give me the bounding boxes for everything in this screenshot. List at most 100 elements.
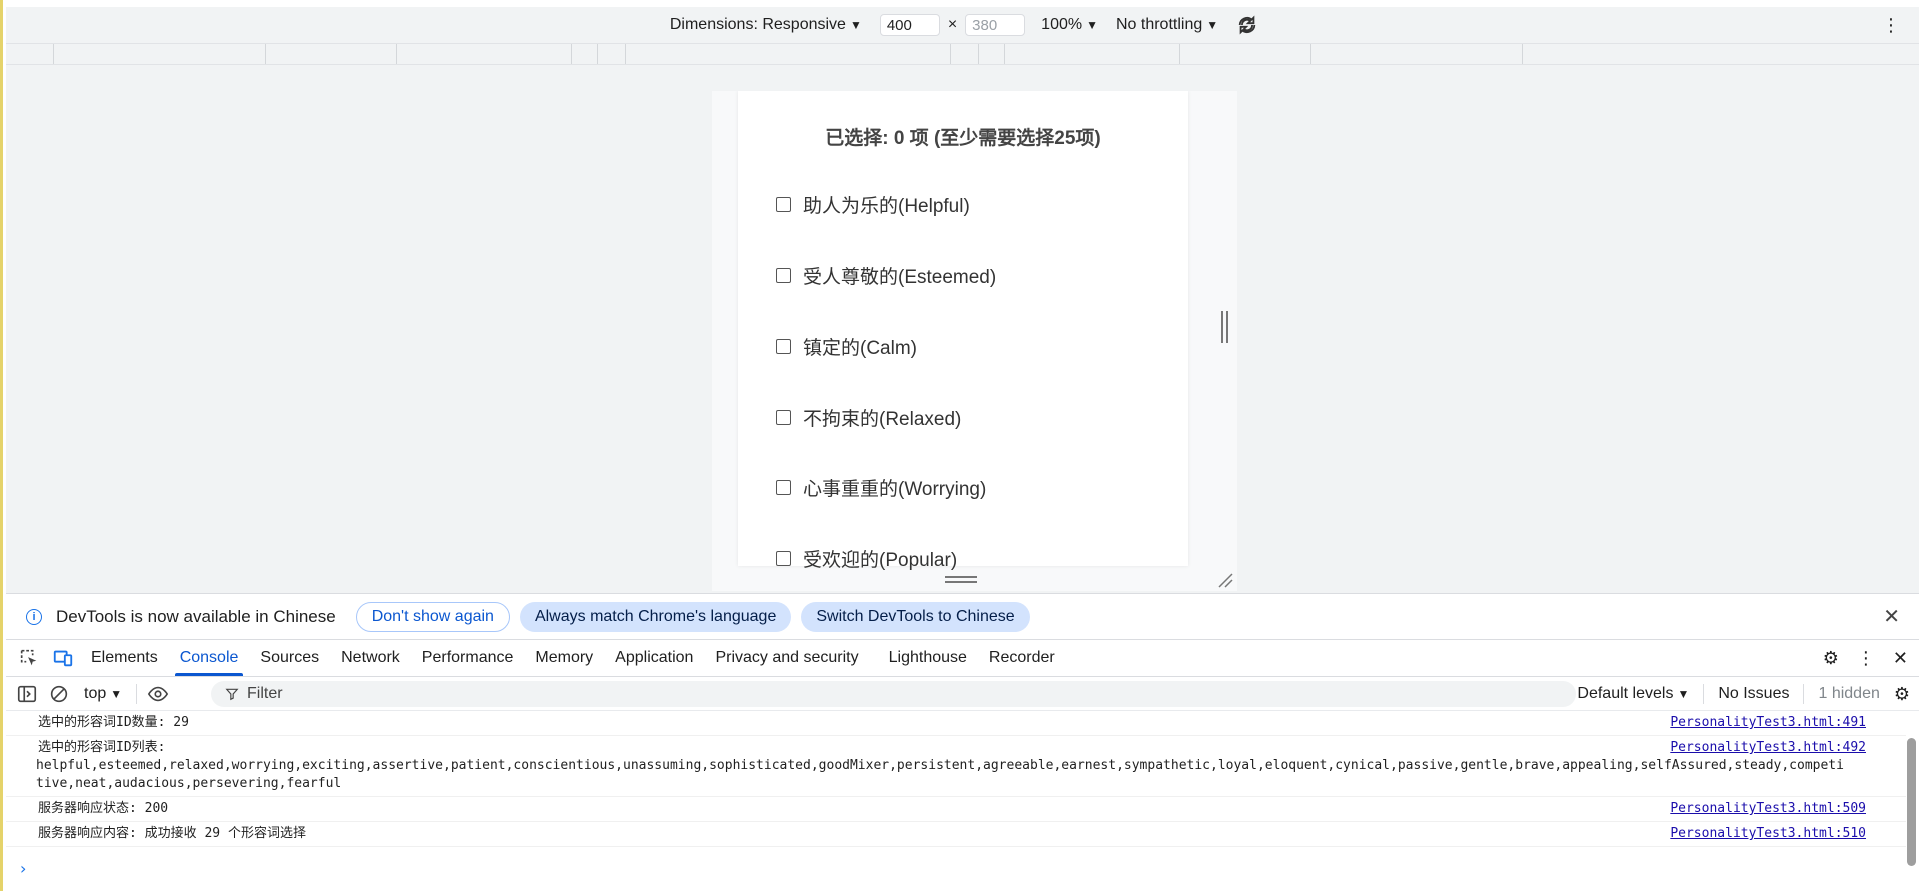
sidebar-toggle-icon[interactable] xyxy=(16,683,38,705)
close-icon[interactable]: ✕ xyxy=(1883,604,1900,629)
checkbox[interactable] xyxy=(776,268,791,283)
zoom-label: 100% xyxy=(1041,16,1083,33)
throttling-dropdown[interactable]: No throttling ▼ xyxy=(1116,16,1218,34)
tab-application[interactable]: Application xyxy=(604,640,704,676)
always-match-language-button[interactable]: Always match Chrome's language xyxy=(519,601,792,632)
inspect-element-icon[interactable] xyxy=(18,647,40,669)
eye-icon[interactable] xyxy=(147,683,169,705)
checkbox-item[interactable]: 镇定的(Calm) xyxy=(776,333,917,360)
dimensions-dropdown[interactable]: Dimensions: Responsive ▼ xyxy=(670,16,862,34)
chevron-down-icon: ▼ xyxy=(1206,18,1219,32)
dimensions-label: Dimensions: Responsive xyxy=(669,16,846,33)
checkbox[interactable] xyxy=(776,339,791,354)
tab-recorder[interactable]: Recorder xyxy=(978,640,1066,676)
tab-console[interactable]: Console xyxy=(169,640,250,676)
console-message-text: 选中的形容词ID列表: xyxy=(38,740,166,755)
console-message-body: helpful,esteemed,relaxed,worrying,exciti… xyxy=(36,758,1844,791)
close-icon[interactable]: ✕ xyxy=(1893,648,1908,669)
chevron-down-icon: ▼ xyxy=(849,18,862,32)
filter-icon xyxy=(225,688,239,701)
throttling-label: No throttling xyxy=(1115,16,1203,33)
checkbox-item[interactable]: 心事重重的(Worrying) xyxy=(776,474,986,501)
info-icon: i xyxy=(26,608,42,625)
infobar-message: DevTools is now available in Chinese xyxy=(56,606,336,626)
chevron-down-icon: ▼ xyxy=(110,686,123,701)
log-levels-dropdown[interactable]: Default levels ▼ xyxy=(1577,685,1689,703)
console-toolbar: top ▼ Filter Default levels ▼ No Issues 1 … xyxy=(6,677,1919,711)
tab-lighthouse[interactable]: Lighthouse xyxy=(878,640,978,676)
times-sign: × xyxy=(947,16,958,33)
zoom-dropdown[interactable]: 100% ▼ xyxy=(1041,16,1098,34)
console-message: 服务器响应内容: 成功接收 29 个形容词选择 PersonalityTest3… xyxy=(6,822,1906,847)
source-link[interactable]: PersonalityTest3.html:492 xyxy=(1670,739,1866,757)
checkbox-label: 受人尊敬的(Esteemed) xyxy=(803,267,997,288)
filter-placeholder: Filter xyxy=(247,685,283,702)
resize-handle-bottom[interactable] xyxy=(945,576,977,583)
resize-handle-right[interactable] xyxy=(1221,311,1228,343)
more-options-icon[interactable]: ⋮ xyxy=(1857,648,1875,669)
emulated-device: 已选择: 0 项 (至少需要选择25项) 助人为乐的(Helpful) 受人尊敬… xyxy=(712,91,1237,591)
checkbox-item[interactable]: 受人尊敬的(Esteemed) xyxy=(776,262,996,289)
checkbox-item[interactable]: 不拘束的(Relaxed) xyxy=(776,404,961,431)
checkbox-label: 受欢迎的(Popular) xyxy=(803,550,958,571)
console-message: 选中的形容词ID列表: helpful,esteemed,relaxed,wor… xyxy=(6,736,1906,797)
height-input[interactable]: 380 xyxy=(965,14,1026,36)
console-prompt-icon[interactable]: › xyxy=(20,859,26,878)
devtools-tabbar: Elements Console Sources Network Perform… xyxy=(6,639,1919,677)
checkbox-item[interactable]: 受欢迎的(Popular) xyxy=(776,545,957,572)
checkbox-label: 助人为乐的(Helpful) xyxy=(803,196,970,217)
divider xyxy=(136,683,138,704)
checkbox[interactable] xyxy=(776,480,791,495)
more-options-icon[interactable]: ⋮ xyxy=(1882,15,1900,36)
language-infobar: i DevTools is now available in Chinese D… xyxy=(6,593,1919,639)
console-output: 选中的形容词ID数量: 29 PersonalityTest3.html:491… xyxy=(6,711,1906,891)
rotate-icon[interactable] xyxy=(1236,14,1258,36)
tab-memory[interactable]: Memory xyxy=(524,640,604,676)
checkbox-item[interactable]: 助人为乐的(Helpful) xyxy=(776,191,970,218)
scrollbar-thumb[interactable] xyxy=(1907,738,1916,866)
media-query-ruler xyxy=(6,43,1919,65)
gear-icon[interactable]: ⚙ xyxy=(1823,648,1839,669)
width-input[interactable]: 400 xyxy=(879,14,940,36)
tab-network[interactable]: Network xyxy=(330,640,411,676)
console-message: 服务器响应状态: 200 PersonalityTest3.html:509 xyxy=(6,797,1906,822)
checkbox-label: 心事重重的(Worrying) xyxy=(803,479,987,500)
console-message-text: 选中的形容词ID数量: 29 xyxy=(38,715,189,730)
selection-summary: 已选择: 0 项 (至少需要选择25项) xyxy=(825,128,1101,149)
source-link[interactable]: PersonalityTest3.html:510 xyxy=(1670,825,1866,843)
log-levels-label: Default levels xyxy=(1577,685,1674,702)
device-toolbar-icon[interactable] xyxy=(52,647,74,669)
device-toolbar: Dimensions: Responsive ▼ 400 × 380 100% ▼ … xyxy=(6,7,1919,43)
chevron-down-icon: ▼ xyxy=(1086,18,1098,32)
resize-corner-icon[interactable] xyxy=(1217,572,1233,588)
filter-input[interactable]: Filter xyxy=(211,681,1576,707)
checkbox-label: 镇定的(Calm) xyxy=(803,338,917,359)
divider xyxy=(1803,684,1805,704)
checkbox[interactable] xyxy=(776,197,791,212)
source-link[interactable]: PersonalityTest3.html:491 xyxy=(1670,714,1866,732)
tab-sources[interactable]: Sources xyxy=(249,640,330,676)
gear-icon[interactable]: ⚙ xyxy=(1894,684,1910,705)
context-label: top xyxy=(84,684,107,702)
console-message-text: 服务器响应状态: 200 xyxy=(38,801,169,816)
issues-button[interactable]: No Issues xyxy=(1718,685,1789,703)
console-message-text: 服务器响应内容: 成功接收 29 个形容词选择 xyxy=(38,826,306,841)
context-selector[interactable]: top ▼ xyxy=(84,685,122,703)
clear-console-icon[interactable] xyxy=(48,683,70,705)
tab-elements[interactable]: Elements xyxy=(80,640,169,676)
tab-performance[interactable]: Performance xyxy=(411,640,525,676)
source-link[interactable]: PersonalityTest3.html:509 xyxy=(1670,800,1866,818)
checkbox[interactable] xyxy=(776,551,791,566)
chevron-down-icon: ▼ xyxy=(1677,687,1690,701)
checkbox[interactable] xyxy=(776,410,791,425)
console-message: 选中的形容词ID数量: 29 PersonalityTest3.html:491 xyxy=(6,711,1906,736)
page-content: 已选择: 0 项 (至少需要选择25项) 助人为乐的(Helpful) 受人尊敬… xyxy=(738,91,1188,571)
dont-show-again-button[interactable]: Don't show again xyxy=(355,601,510,632)
divider xyxy=(1703,684,1705,704)
switch-to-chinese-button[interactable]: Switch DevTools to Chinese xyxy=(801,601,1030,632)
tab-privacy-security[interactable]: Privacy and security xyxy=(704,640,869,676)
checkbox-label: 不拘束的(Relaxed) xyxy=(803,409,962,430)
browser-frame: Dimensions: Responsive ▼ 400 × 380 100% ▼ … xyxy=(0,0,1919,891)
console-scrollbar[interactable] xyxy=(1906,718,1917,888)
hidden-count: 1 hidden xyxy=(1818,685,1880,702)
